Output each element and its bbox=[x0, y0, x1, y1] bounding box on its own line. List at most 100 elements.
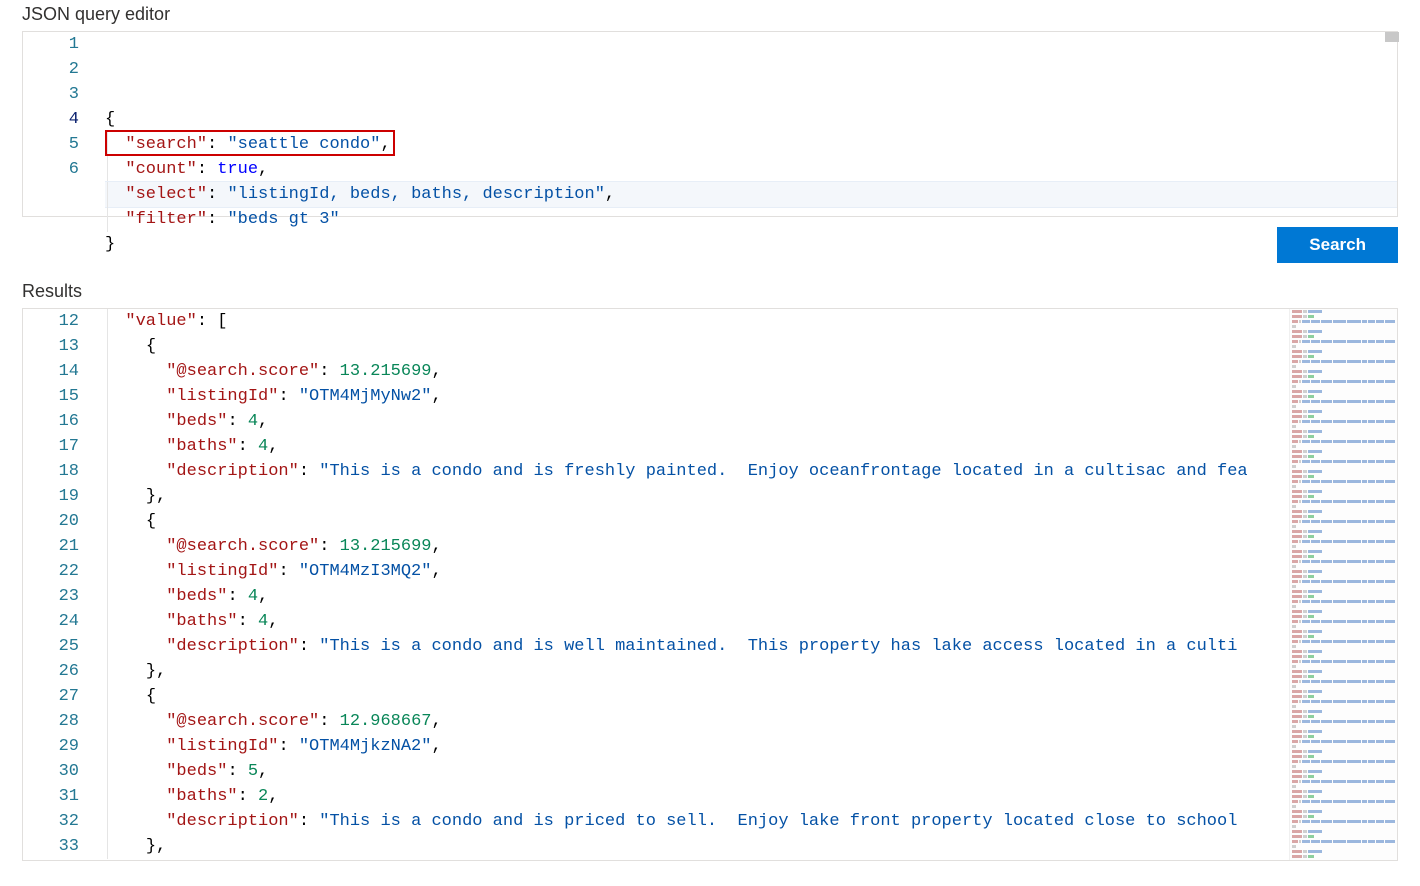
code-line[interactable]: "listingId": "OTM4MjkzNA2", bbox=[105, 734, 1289, 759]
minimap-row bbox=[1292, 835, 1395, 839]
minimap-row bbox=[1292, 335, 1395, 339]
minimap-row bbox=[1292, 325, 1395, 329]
code-line[interactable]: { bbox=[105, 107, 1397, 132]
minimap-row bbox=[1292, 445, 1395, 449]
code-line[interactable]: }, bbox=[105, 659, 1289, 684]
minimap-row bbox=[1292, 475, 1395, 479]
line-number: 26 bbox=[23, 659, 79, 684]
minimap-row bbox=[1292, 740, 1395, 744]
code-line[interactable]: "baths": 4, bbox=[105, 609, 1289, 634]
code-line[interactable]: }, bbox=[105, 834, 1289, 859]
minimap-row bbox=[1292, 660, 1395, 664]
line-number: 28 bbox=[23, 709, 79, 734]
line-number: 27 bbox=[23, 684, 79, 709]
code-line[interactable]: "baths": 2, bbox=[105, 784, 1289, 809]
minimap-row bbox=[1292, 610, 1395, 614]
code-line[interactable]: { bbox=[105, 684, 1289, 709]
minimap-row bbox=[1292, 685, 1395, 689]
minimap-row bbox=[1292, 375, 1395, 379]
minimap-row bbox=[1292, 690, 1395, 694]
minimap-row bbox=[1292, 495, 1395, 499]
code-line[interactable]: "description": "This is a condo and is f… bbox=[105, 459, 1289, 484]
minimap-row bbox=[1292, 565, 1395, 569]
query-editor-container: 123456 { "search": "seattle condo", "cou… bbox=[22, 31, 1398, 217]
code-line[interactable]: "value": [ bbox=[105, 309, 1289, 334]
code-line[interactable]: "select": "listingId, beds, baths, descr… bbox=[105, 182, 1397, 207]
code-line[interactable]: "description": "This is a condo and is p… bbox=[105, 809, 1289, 834]
results-title: Results bbox=[0, 277, 1420, 308]
line-number: 2 bbox=[23, 57, 79, 82]
code-line[interactable]: "beds": 5, bbox=[105, 759, 1289, 784]
minimap-row bbox=[1292, 595, 1395, 599]
minimap-row bbox=[1292, 380, 1395, 384]
minimap-row bbox=[1292, 625, 1395, 629]
minimap-row bbox=[1292, 765, 1395, 769]
minimap-row bbox=[1292, 820, 1395, 824]
minimap-row bbox=[1292, 570, 1395, 574]
minimap-row bbox=[1292, 345, 1395, 349]
code-line[interactable]: "count": true, bbox=[105, 157, 1397, 182]
line-number: 13 bbox=[23, 334, 79, 359]
minimap-row bbox=[1292, 800, 1395, 804]
line-number: 4 bbox=[23, 107, 79, 132]
code-line[interactable]: "baths": 4, bbox=[105, 434, 1289, 459]
minimap-row bbox=[1292, 590, 1395, 594]
code-line[interactable]: "beds": 4, bbox=[105, 584, 1289, 609]
minimap-row bbox=[1292, 735, 1395, 739]
minimap-row bbox=[1292, 360, 1395, 364]
minimap-row bbox=[1292, 730, 1395, 734]
code-line[interactable]: "search": "seattle condo", bbox=[105, 132, 1397, 157]
minimap-row bbox=[1292, 645, 1395, 649]
minimap-row bbox=[1292, 725, 1395, 729]
minimap-row bbox=[1292, 540, 1395, 544]
minimap-row bbox=[1292, 465, 1395, 469]
minimap-row bbox=[1292, 550, 1395, 554]
code-line[interactable]: "description": "This is a condo and is w… bbox=[105, 634, 1289, 659]
code-line[interactable]: }, bbox=[105, 484, 1289, 509]
minimap-row bbox=[1292, 810, 1395, 814]
line-number: 31 bbox=[23, 784, 79, 809]
line-number: 30 bbox=[23, 759, 79, 784]
minimap-row bbox=[1292, 670, 1395, 674]
results-code-viewer[interactable]: 1213141516171819202122232425262728293031… bbox=[23, 309, 1289, 859]
query-code-editor[interactable]: 123456 { "search": "seattle condo", "cou… bbox=[23, 32, 1397, 257]
code-line[interactable]: "@search.score": 13.215699, bbox=[105, 534, 1289, 559]
code-line[interactable]: "listingId": "OTM4MzI3MQ2", bbox=[105, 559, 1289, 584]
minimap-row bbox=[1292, 745, 1395, 749]
minimap-row bbox=[1292, 855, 1395, 859]
query-code-body[interactable]: { "search": "seattle condo", "count": tr… bbox=[105, 32, 1397, 257]
minimap-row bbox=[1292, 535, 1395, 539]
code-line[interactable]: "@search.score": 13.215699, bbox=[105, 359, 1289, 384]
minimap-row bbox=[1292, 695, 1395, 699]
minimap-row bbox=[1292, 585, 1395, 589]
code-line[interactable]: "listingId": "OTM4MjMyNw2", bbox=[105, 384, 1289, 409]
line-number: 25 bbox=[23, 634, 79, 659]
code-line[interactable]: "beds": 4, bbox=[105, 409, 1289, 434]
line-number: 19 bbox=[23, 484, 79, 509]
minimap-row bbox=[1292, 485, 1395, 489]
minimap-row bbox=[1292, 500, 1395, 504]
minimap-row bbox=[1292, 370, 1395, 374]
code-line[interactable]: "@search.score": 12.968667, bbox=[105, 709, 1289, 734]
minimap-row bbox=[1292, 555, 1395, 559]
minimap-row bbox=[1292, 830, 1395, 834]
minimap-row bbox=[1292, 320, 1395, 324]
results-code-body[interactable]: "value": [ { "@search.score": 13.215699,… bbox=[105, 309, 1289, 859]
minimap-row bbox=[1292, 750, 1395, 754]
minimap-row bbox=[1292, 390, 1395, 394]
minimap-row bbox=[1292, 620, 1395, 624]
minimap[interactable] bbox=[1289, 309, 1397, 860]
code-line[interactable]: "filter": "beds gt 3" bbox=[105, 207, 1397, 232]
minimap-row bbox=[1292, 635, 1395, 639]
minimap-row bbox=[1292, 775, 1395, 779]
minimap-row bbox=[1292, 415, 1395, 419]
minimap-row bbox=[1292, 785, 1395, 789]
minimap-row bbox=[1292, 815, 1395, 819]
minimap-row bbox=[1292, 410, 1395, 414]
code-line[interactable]: { bbox=[105, 509, 1289, 534]
code-line[interactable]: } bbox=[105, 232, 1397, 257]
minimap-row bbox=[1292, 420, 1395, 424]
results-gutter: 1213141516171819202122232425262728293031… bbox=[23, 309, 105, 859]
minimap-row bbox=[1292, 510, 1395, 514]
code-line[interactable]: { bbox=[105, 334, 1289, 359]
